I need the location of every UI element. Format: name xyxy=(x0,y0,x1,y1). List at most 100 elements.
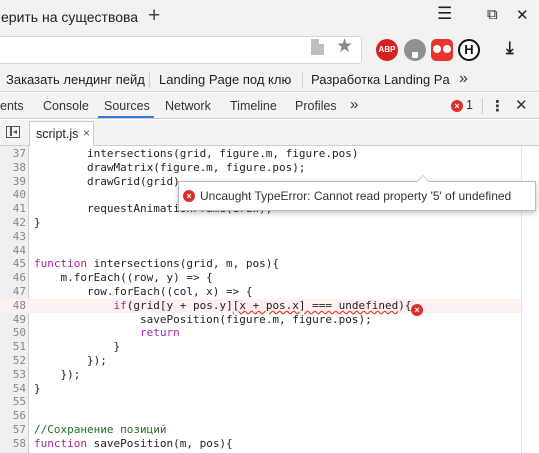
code-text: function savePosition(m, pos){ xyxy=(34,436,233,450)
line-number[interactable]: 52 xyxy=(0,354,26,368)
line-number[interactable]: 53 xyxy=(0,368,26,382)
line-number[interactable]: 57 xyxy=(0,423,26,437)
bookmark-item[interactable]: Заказать лендинг пейд xyxy=(6,72,145,87)
code-text: m.forEach((row, y) => { xyxy=(34,271,213,285)
code-line[interactable]: 51 } xyxy=(0,340,521,354)
close-window-icon[interactable]: ✕ xyxy=(516,6,529,24)
line-number[interactable]: 38 xyxy=(0,161,26,175)
code-text: return xyxy=(139,326,180,340)
line-number[interactable]: 55 xyxy=(0,395,26,409)
browser-tab-title: ерить на существован xyxy=(1,9,138,25)
adblock-plus-icon[interactable]: ABP xyxy=(376,39,398,61)
code-text: }); xyxy=(34,354,107,367)
file-tab-close-icon[interactable]: × xyxy=(83,126,90,140)
code-line[interactable]: 55 xyxy=(0,395,521,409)
code-line[interactable]: 45 function intersections(grid, m, pos){ xyxy=(0,257,521,271)
extension-h-icon[interactable]: H xyxy=(458,39,480,61)
bookmarks-bar: Заказать лендинг пейд Landing Page под к… xyxy=(0,68,539,92)
code-text: }); xyxy=(34,367,81,381)
line-number[interactable]: 40 xyxy=(0,188,26,202)
code-text: //Сохранение позиций xyxy=(34,423,167,436)
code-line[interactable]: 54} xyxy=(0,382,521,396)
line-number[interactable]: 47 xyxy=(0,285,26,299)
devtools-toolbar: ents Console Sources Network Timeline Pr… xyxy=(0,93,539,119)
bookmarks-more-button[interactable]: » xyxy=(459,70,468,88)
code-line[interactable]: 53 }); xyxy=(0,368,521,382)
code-line[interactable]: 37 intersections(grid, figure.m, figure.… xyxy=(0,147,521,161)
more-tabs-button[interactable]: » xyxy=(350,96,358,113)
devtools-menu-icon[interactable]: ⋮ xyxy=(490,97,505,115)
code-line[interactable]: 49 savePosition(figure.m, figure.pos); xyxy=(0,313,521,327)
line-number[interactable]: 45 xyxy=(0,257,26,271)
code-text: drawGrid(grid) xyxy=(34,174,180,188)
error-icon: × xyxy=(183,190,195,202)
code-line[interactable]: 56 xyxy=(0,409,521,423)
active-tab-indicator xyxy=(98,116,154,118)
tab-network[interactable]: Network xyxy=(165,99,211,113)
devtools-close-icon[interactable]: ✕ xyxy=(515,96,528,114)
restore-window-icon[interactable]: ⧉ xyxy=(487,6,498,23)
download-icon[interactable]: ⤓ xyxy=(506,38,514,58)
code-text: intersections(grid, figure.m, figure.pos… xyxy=(34,147,359,160)
code-text: if(grid[y + pos.y][x + pos.x] === undefi… xyxy=(113,298,412,312)
code-text: function intersections(grid, m, pos){ xyxy=(34,257,280,271)
address-toolbar: ★ ABP H ⤓ xyxy=(0,32,539,68)
sources-file-tabs: script.js × xyxy=(0,120,539,146)
code-line[interactable]: 47 row.forEach((col, x) => { xyxy=(0,285,521,299)
code-line[interactable]: 46 m.forEach((row, y) => { xyxy=(0,271,521,285)
line-number[interactable]: 43 xyxy=(0,230,26,244)
tab-console[interactable]: Console xyxy=(43,99,89,113)
browser-tab[interactable]: ерить на существован xyxy=(0,3,138,32)
extension-flickr-icon[interactable] xyxy=(431,39,453,61)
code-line[interactable]: 42} xyxy=(0,216,521,230)
line-number[interactable]: 56 xyxy=(0,409,26,423)
toolbar-divider xyxy=(482,98,483,114)
code-line[interactable]: 38 drawMatrix(figure.m, figure.pos); xyxy=(0,161,521,175)
tab-elements[interactable]: ents xyxy=(0,99,24,113)
line-number[interactable]: 49 xyxy=(0,313,26,327)
file-tab-label: script.js xyxy=(36,127,79,141)
code-line[interactable]: 43 xyxy=(0,230,521,244)
bookmark-star-icon[interactable]: ★ xyxy=(336,35,353,58)
menu-icon[interactable]: ☰ xyxy=(437,4,452,24)
browser-titlebar: ерить на существован + ☰ ⧉ ✕ xyxy=(0,0,539,32)
code-text: row.forEach((col, x) => { xyxy=(34,285,253,298)
error-icon[interactable]: × xyxy=(451,100,463,112)
inline-error-icon[interactable]: × xyxy=(411,304,423,316)
extension-lamp-icon[interactable] xyxy=(404,39,426,61)
tab-sources[interactable]: Sources xyxy=(104,99,150,113)
error-count[interactable]: 1 xyxy=(466,98,473,112)
line-number[interactable]: 37 xyxy=(0,147,26,161)
line-number[interactable]: 51 xyxy=(0,340,26,354)
code-text: } xyxy=(34,216,41,229)
line-number[interactable]: 58 xyxy=(0,437,26,451)
new-tab-button[interactable]: + xyxy=(148,4,160,28)
line-number[interactable]: 46 xyxy=(0,271,26,285)
line-number[interactable]: 42 xyxy=(0,216,26,230)
line-number[interactable]: 44 xyxy=(0,244,26,258)
code-line[interactable]: 57 //Сохранение позиций xyxy=(0,423,521,437)
tab-profiles[interactable]: Profiles xyxy=(295,99,337,113)
line-number[interactable]: 50 xyxy=(0,326,26,340)
tab-timeline[interactable]: Timeline xyxy=(230,99,277,113)
file-tab-script[interactable]: script.js × xyxy=(29,121,94,146)
error-message: Uncaught TypeError: Cannot read property… xyxy=(200,189,512,203)
toggle-navigator-icon[interactable] xyxy=(6,126,20,138)
code-text: drawMatrix(figure.m, figure.pos); xyxy=(34,160,306,174)
bookmark-item[interactable]: Разработка Landing Pa xyxy=(311,72,453,87)
code-text: } xyxy=(34,381,41,395)
line-number[interactable]: 54 xyxy=(0,382,26,396)
bookmark-item[interactable]: Landing Page под клю xyxy=(159,72,298,87)
line-number[interactable]: 48 xyxy=(0,299,26,313)
popover-arrow-fill xyxy=(417,176,429,182)
bookmark-divider xyxy=(149,72,150,88)
page-info-icon[interactable] xyxy=(311,39,324,55)
line-number[interactable]: 41 xyxy=(0,202,26,216)
code-line[interactable]: 50 return xyxy=(0,326,521,340)
code-line[interactable]: 58 function savePosition(m, pos){ xyxy=(0,437,521,451)
code-line[interactable]: 48 if(grid[y + pos.y][x + pos.x] === und… xyxy=(0,298,521,313)
code-line[interactable]: 44 xyxy=(0,244,521,258)
code-line[interactable]: 52 }); xyxy=(0,354,521,368)
address-bar[interactable] xyxy=(0,36,362,64)
line-number[interactable]: 39 xyxy=(0,175,26,189)
